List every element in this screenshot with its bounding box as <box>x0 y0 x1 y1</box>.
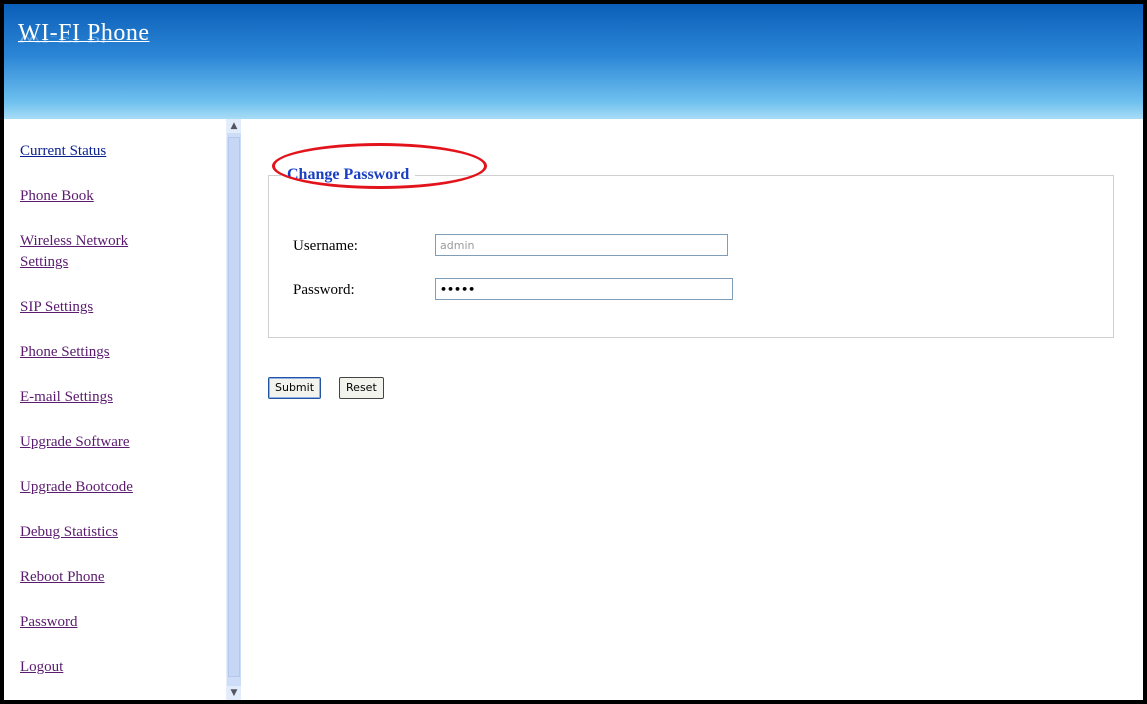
username-label: Username: <box>293 238 358 254</box>
sidebar-item-phone-settings[interactable]: Phone Settings <box>20 342 210 363</box>
sidebar-item-upgrade-software[interactable]: Upgrade Software <box>20 432 210 453</box>
change-password-fieldset: Change Password Username: Password: <box>268 166 1114 338</box>
reset-button[interactable]: Reset <box>339 377 384 399</box>
scrollbar-thumb[interactable] <box>228 137 240 677</box>
sidebar-scrollbar[interactable]: ▲ ▼ <box>226 119 241 700</box>
sidebar-nav: Current Status Phone Book Wireless Netwo… <box>20 141 210 700</box>
sidebar-item-current-status[interactable]: Current Status <box>20 141 210 162</box>
page-header: WI-FI Phone WI-FI Phone <box>4 4 1143 119</box>
chevron-down-icon[interactable]: ▼ <box>227 686 241 700</box>
sidebar-item-phone-book[interactable]: Phone Book <box>20 186 210 207</box>
sidebar-item-debug-statistics[interactable]: Debug Statistics <box>20 522 210 543</box>
logo: WI-FI Phone WI-FI Phone <box>18 20 149 59</box>
sidebar-item-wireless-network-settings[interactable]: Wireless Network Settings <box>20 231 180 273</box>
chevron-up-icon[interactable]: ▲ <box>227 119 241 133</box>
sidebar-item-sip-settings[interactable]: SIP Settings <box>20 297 210 318</box>
submit-button[interactable]: Submit <box>268 377 322 399</box>
sidebar-item-email-settings[interactable]: E-mail Settings <box>20 387 210 408</box>
form-buttons: Submit Reset <box>268 377 398 399</box>
sidebar-item-reboot-phone[interactable]: Reboot Phone <box>20 567 210 588</box>
section-title: Change Password <box>287 166 410 183</box>
logo-reflection: WI-FI Phone <box>18 36 150 45</box>
sidebar-item-logout[interactable]: Logout <box>20 657 210 678</box>
main-content: Change Password Username: Password: Subm… <box>240 119 1143 700</box>
browser-frame: WI-FI Phone WI-FI Phone Current Status P… <box>0 0 1147 704</box>
password-label: Password: <box>293 282 355 298</box>
sidebar-item-password[interactable]: Password <box>20 612 210 633</box>
sidebar: Current Status Phone Book Wireless Netwo… <box>4 119 222 700</box>
password-input[interactable] <box>435 278 733 300</box>
sidebar-item-upgrade-bootcode[interactable]: Upgrade Bootcode <box>20 477 210 498</box>
username-input[interactable] <box>435 234 728 256</box>
